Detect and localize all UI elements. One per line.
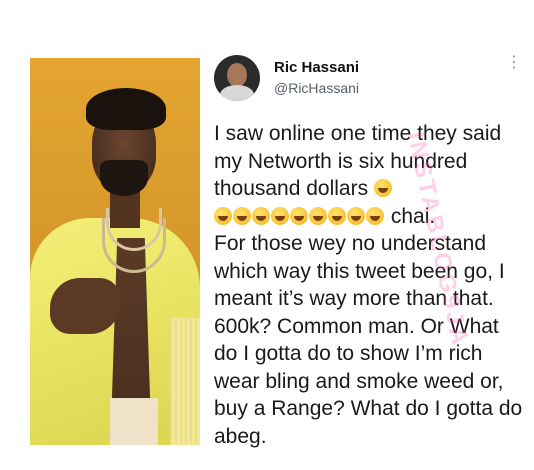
emoji-row xyxy=(214,205,385,228)
laughing-emoji-icon xyxy=(347,206,365,225)
photo-trousers xyxy=(110,398,158,445)
laughing-emoji-icon xyxy=(252,206,270,225)
tweet-line-3: For those wey no understand which way th… xyxy=(214,232,523,448)
avatar-body xyxy=(220,85,254,101)
photo-beard xyxy=(100,160,148,196)
laughing-emoji-icon xyxy=(233,206,251,225)
laughing-emoji-icon xyxy=(290,206,308,225)
artist-photo xyxy=(30,58,200,445)
author-handle[interactable]: @RicHassani xyxy=(274,80,359,96)
laughing-emoji-icon xyxy=(366,206,384,225)
laughing-emoji-icon xyxy=(373,179,392,197)
tweet-line-1: I saw online one time they said my Netwo… xyxy=(214,122,502,200)
author-name[interactable]: Ric Hassani xyxy=(274,59,359,76)
laughing-emoji-icon xyxy=(214,206,232,225)
more-options-icon[interactable]: ⋮ xyxy=(506,55,522,71)
tweet-card: Ric Hassani @RicHassani ⋮ I saw online o… xyxy=(200,40,534,462)
laughing-emoji-icon xyxy=(271,206,289,225)
laughing-emoji-icon xyxy=(309,206,327,225)
avatar-face xyxy=(227,63,247,87)
tweet-line-2: chai. xyxy=(390,204,436,228)
photo-fringe xyxy=(170,318,200,445)
laughing-emoji-icon xyxy=(328,206,346,225)
avatar[interactable] xyxy=(214,55,260,101)
photo-hand xyxy=(50,278,120,334)
tweet-text: I saw online one time they said my Netwo… xyxy=(214,120,526,450)
photo-hair xyxy=(86,88,166,130)
